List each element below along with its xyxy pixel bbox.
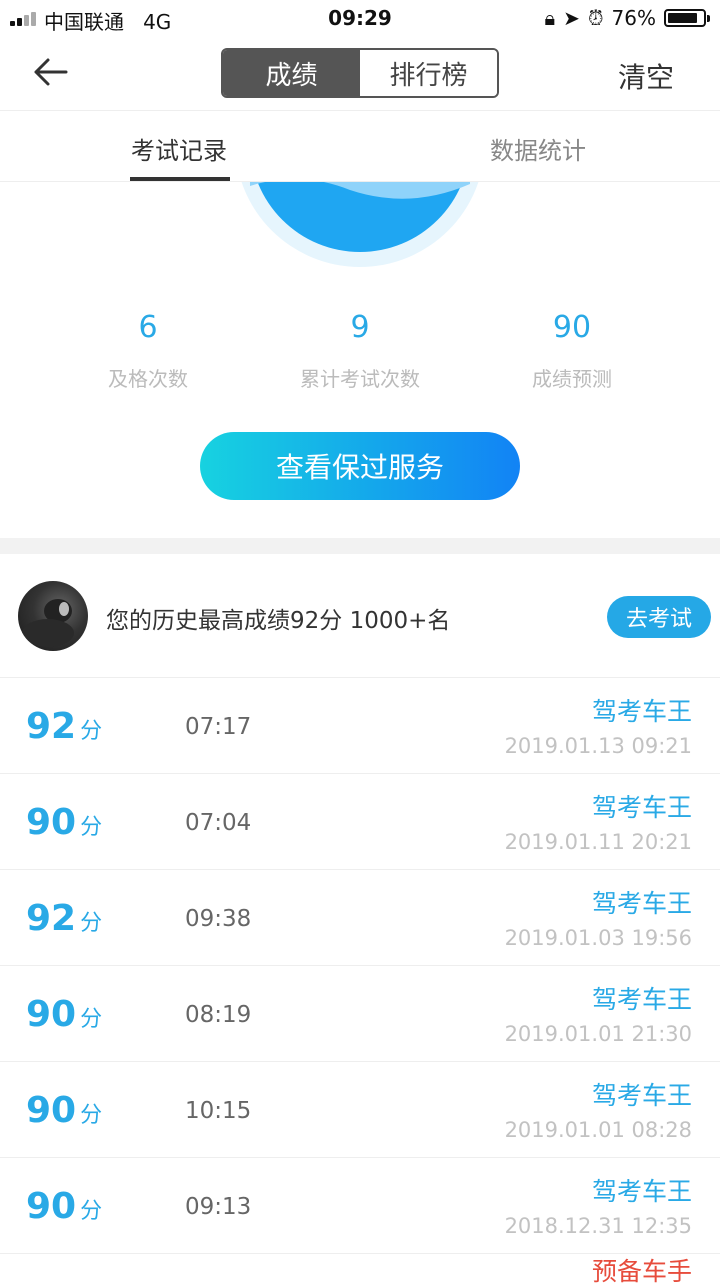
record-row[interactable]: 90 分 09:13 驾考车王 2018.12.31 12:35	[0, 1158, 720, 1254]
take-exam-button[interactable]: 去考试	[607, 596, 711, 638]
record-duration: 10:15	[185, 1098, 252, 1124]
status-bar: 中国联通 4G 09:29 🔒︎ ➤ ⏰︎ 76%	[0, 0, 720, 36]
nav-bar: 成绩 排行榜 清空	[0, 36, 720, 111]
avatar	[18, 581, 88, 651]
tab-data-stats[interactable]: 数据统计	[490, 131, 586, 166]
record-score: 90 分	[26, 994, 103, 1035]
tab-bar: 考试记录 数据统计	[0, 111, 720, 182]
record-date: 2019.01.13 09:21	[504, 734, 692, 758]
stat-value: 90	[552, 310, 592, 345]
record-score: 90 分	[26, 1090, 103, 1131]
record-score: 90 分	[26, 1186, 103, 1227]
segment-ranking[interactable]: 排行榜	[360, 50, 497, 96]
record-date: 2019.01.01 21:30	[504, 1022, 692, 1046]
stat-value: 9	[350, 310, 370, 345]
stat-passed: 6 及格次数	[48, 310, 248, 392]
stat-value: 6	[138, 310, 158, 345]
location-icon: ➤	[563, 6, 580, 30]
stat-label: 累计考试次数	[300, 367, 420, 391]
record-row[interactable]: 92 分 09:38 驾考车王 2019.01.03 19:56	[0, 870, 720, 966]
record-source: 驾考车王	[591, 1177, 692, 1206]
record-source: 驾考车王	[591, 985, 692, 1014]
record-source: 驾考车王	[591, 793, 692, 822]
section-divider	[0, 538, 720, 554]
best-score-text: 您的历史最高成绩92分 1000+名	[106, 608, 451, 634]
record-row[interactable]: 90 分 08:19 驾考车王 2019.01.01 21:30	[0, 966, 720, 1062]
record-score: 90 分	[26, 802, 103, 843]
record-duration: 08:19	[185, 1002, 252, 1028]
record-source-partial: 预备车手	[591, 1257, 692, 1286]
alarm-icon: ⏰︎	[587, 6, 604, 30]
record-duration: 09:38	[185, 906, 252, 932]
record-duration: 09:13	[185, 1194, 252, 1220]
record-score: 92 分	[26, 706, 103, 747]
record-duration: 07:17	[185, 714, 252, 740]
segment-control: 成绩 排行榜	[221, 48, 499, 98]
record-source: 驾考车王	[591, 1081, 692, 1110]
battery-percent: 76%	[611, 6, 656, 30]
best-score-row: 您的历史最高成绩92分 1000+名 去考试	[0, 555, 720, 678]
record-score: 92 分	[26, 898, 103, 939]
battery-icon	[664, 9, 710, 27]
score-gauge	[0, 182, 720, 292]
stat-total-exams: 9 累计考试次数	[260, 310, 460, 392]
record-date: 2019.01.01 08:28	[504, 1118, 692, 1142]
record-row[interactable]: 90 分 07:04 驾考车王 2019.01.11 20:21	[0, 774, 720, 870]
stat-label: 及格次数	[108, 367, 188, 391]
record-source: 驾考车王	[591, 697, 692, 726]
record-date: 2019.01.11 20:21	[504, 830, 692, 854]
stat-prediction: 90 成绩预测	[472, 310, 672, 392]
record-date: 2018.12.31 12:35	[504, 1214, 692, 1238]
stat-label: 成绩预测	[532, 367, 612, 391]
record-source: 驾考车王	[591, 889, 692, 918]
record-row[interactable]: 92 分 07:17 驾考车王 2019.01.13 09:21	[0, 678, 720, 774]
tab-exam-records[interactable]: 考试记录	[131, 131, 227, 166]
record-row[interactable]: 90 分 10:15 驾考车王 2019.01.01 08:28	[0, 1062, 720, 1158]
segment-scores[interactable]: 成绩	[223, 50, 360, 96]
tab-indicator	[130, 177, 230, 181]
rotation-lock-icon: 🔒︎	[544, 6, 556, 30]
record-duration: 07:04	[185, 810, 252, 836]
back-button[interactable]	[30, 52, 80, 92]
view-pass-service-button[interactable]: 查看保过服务	[200, 432, 520, 500]
arrow-left-icon	[34, 58, 68, 86]
record-date: 2019.01.03 19:56	[504, 926, 692, 950]
clear-button[interactable]: 清空	[618, 56, 674, 96]
